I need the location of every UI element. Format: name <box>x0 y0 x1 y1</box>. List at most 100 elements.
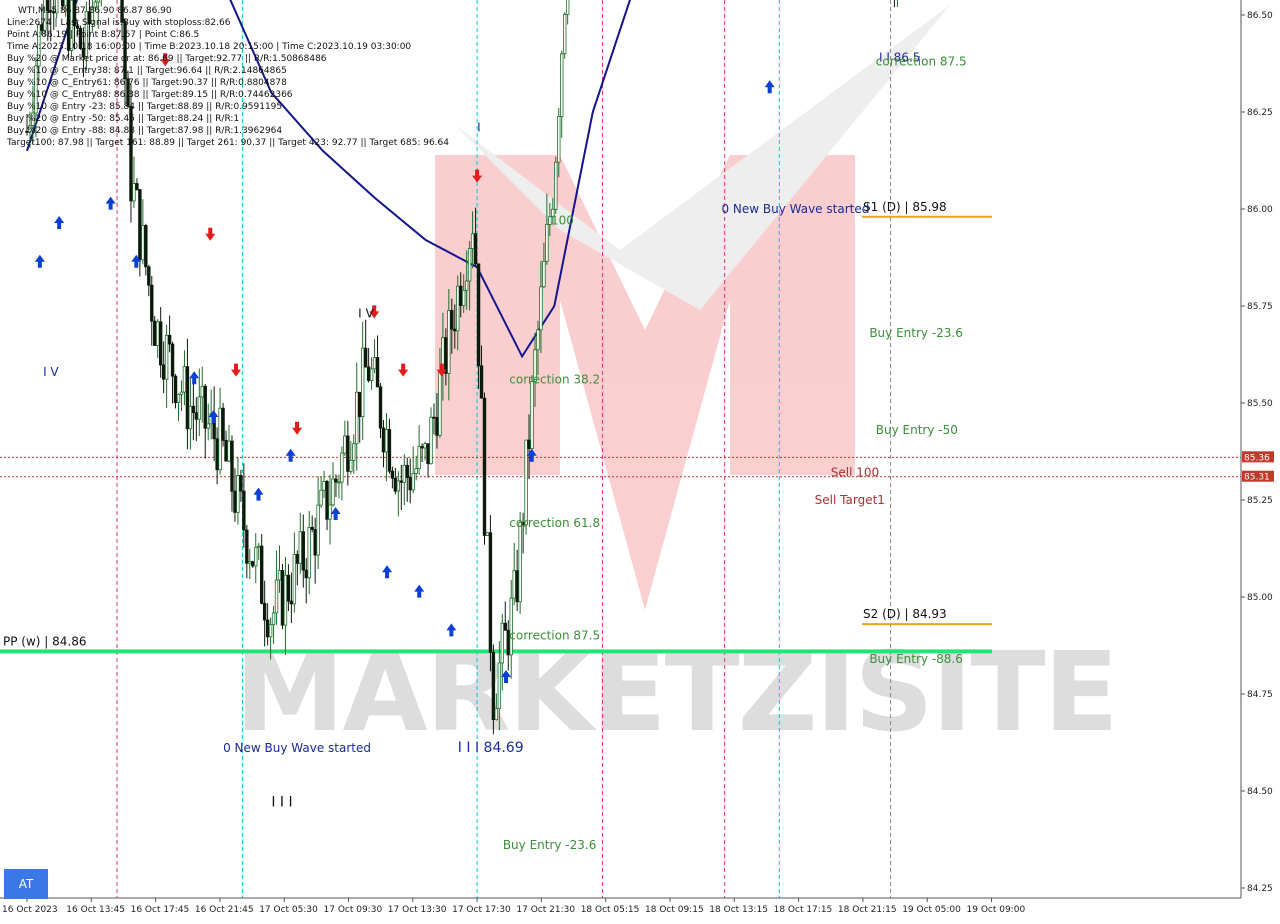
candle-body <box>185 366 190 430</box>
candle-body <box>387 429 392 472</box>
candle-body <box>485 532 490 536</box>
x-tick-label: 19 Oct 05:00 <box>902 905 961 915</box>
candle-body <box>277 570 282 581</box>
candle-body <box>565 0 570 15</box>
candle-body <box>399 480 404 483</box>
candle-body <box>488 532 493 653</box>
candle-body <box>147 266 151 286</box>
candle-body <box>280 570 285 626</box>
candle-body <box>435 417 439 436</box>
x-tick-label: 17 Oct 13:30 <box>388 905 447 915</box>
candle-body <box>355 391 359 445</box>
price-tag-label: 85.31 <box>1244 473 1270 483</box>
chart-annotation: correction 87.5 <box>509 629 600 643</box>
x-tick-label: 18 Oct 05:15 <box>581 905 640 915</box>
candle-body <box>372 357 377 370</box>
watermark-text: MARKETZISITE <box>235 628 1117 756</box>
y-tick-label: 84.50 <box>1247 787 1273 797</box>
candle-body <box>150 284 154 322</box>
info-line: Buy %10 @ C_Entry61: 86.76 || Target:90.… <box>7 78 287 88</box>
candle-body <box>319 489 323 506</box>
level-label: S2 (D) | 84.93 <box>863 607 947 621</box>
info-line: Buy %20 @ Market price or at: 86.69 || T… <box>7 54 327 64</box>
candle-body <box>331 478 335 506</box>
candle-body <box>221 407 225 441</box>
candle-body <box>539 286 543 331</box>
candle-body <box>251 561 255 567</box>
candle-body <box>453 328 457 332</box>
candle-body <box>518 522 522 603</box>
candle-body <box>206 423 210 429</box>
candle-body <box>423 443 427 449</box>
chart-annotation: Buy Entry -50 <box>876 423 958 437</box>
chart-annotation: 100 <box>551 214 574 228</box>
candle-body <box>503 622 507 631</box>
candle-body <box>304 569 308 579</box>
candle-body <box>358 391 362 418</box>
info-line: Buy %10 @ Entry -23: 85.84 || Target:88.… <box>7 102 282 112</box>
candle-body <box>245 529 249 564</box>
candle-body <box>170 343 175 377</box>
candle-body <box>554 161 558 210</box>
candle-body <box>464 280 469 291</box>
candle-body <box>346 435 350 472</box>
price-tag-label: 85.36 <box>1244 453 1270 463</box>
candle-body <box>60 0 65 7</box>
candle-body <box>292 554 297 605</box>
candle-body <box>262 602 267 621</box>
chart-annotation: I <box>477 120 481 134</box>
candle-body <box>325 481 329 520</box>
candle-body <box>144 225 148 268</box>
candle-body <box>259 545 264 604</box>
at-button[interactable]: AT <box>4 869 48 899</box>
x-tick-label: 17 Oct 17:30 <box>452 905 511 915</box>
chart-annotation: I I I 84.69 <box>458 740 524 756</box>
candle-body <box>307 526 311 579</box>
info-line: Buy %20 @ Entry -50: 85.45 || Target:88.… <box>7 114 239 124</box>
candle-body <box>456 285 460 332</box>
candle-body <box>158 321 163 366</box>
chart-annotation: 0 New Buy Wave started <box>721 202 869 216</box>
chart-annotation: correction 61.8 <box>509 516 600 530</box>
chart-annotation: I I I <box>271 795 292 811</box>
candlestick-chart[interactable]: MARKETZISITE R1 (D) | 88.29R1 (w) | 88.2… <box>0 0 1280 920</box>
candle-body <box>301 531 305 571</box>
chart-area[interactable]: MARKETZISITE R1 (D) | 88.29R1 (w) | 88.2… <box>0 0 1280 920</box>
info-line: Buy %10 @ C_Entry38: 87.1 || Target:96.6… <box>7 66 287 76</box>
chart-annotation: I V <box>43 365 59 379</box>
x-tick-label: 17 Oct 05:30 <box>259 905 318 915</box>
chart-annotation: Buy Entry -23.6 <box>503 838 597 852</box>
info-line: Buy %20 @ Entry -88: 84.88 || Target:87.… <box>7 126 282 136</box>
candle-body <box>191 405 196 414</box>
candle-body <box>182 366 187 393</box>
info-line: Point A:86.19 | Point B:87.67 | Point C:… <box>7 30 199 40</box>
candle-body <box>298 531 303 564</box>
candle-body <box>369 368 374 381</box>
time-axis-labels: 16 Oct 2023 16 Oct 13:45 16 Oct 17:45 16 Oc… <box>2 898 1025 915</box>
candle-body <box>500 622 505 664</box>
candle-body <box>473 233 478 265</box>
candle-body <box>310 526 314 530</box>
candle-body <box>482 397 487 536</box>
x-tick-label: 18 Oct 13:15 <box>709 905 768 915</box>
candle-body <box>438 371 442 436</box>
candle-body <box>512 570 516 599</box>
candle-body <box>408 477 412 491</box>
candle-body <box>141 225 145 261</box>
info-line: Time A:2023.10.18 16:00:00 | Time B:2023… <box>6 42 411 52</box>
candle-body <box>461 289 466 307</box>
candle-body <box>313 529 317 556</box>
price-axis <box>1241 0 1280 898</box>
candle-body <box>420 446 424 449</box>
candle-body <box>444 337 448 374</box>
candle-body <box>530 381 534 450</box>
candle-body <box>390 470 395 479</box>
candle-body <box>429 416 433 465</box>
candle-body <box>63 0 68 7</box>
candle-body <box>393 477 398 492</box>
candle-body <box>343 435 347 454</box>
candle-body <box>524 439 528 526</box>
candle-body <box>340 452 344 483</box>
candle-body <box>161 364 166 380</box>
candle-body <box>135 183 139 190</box>
